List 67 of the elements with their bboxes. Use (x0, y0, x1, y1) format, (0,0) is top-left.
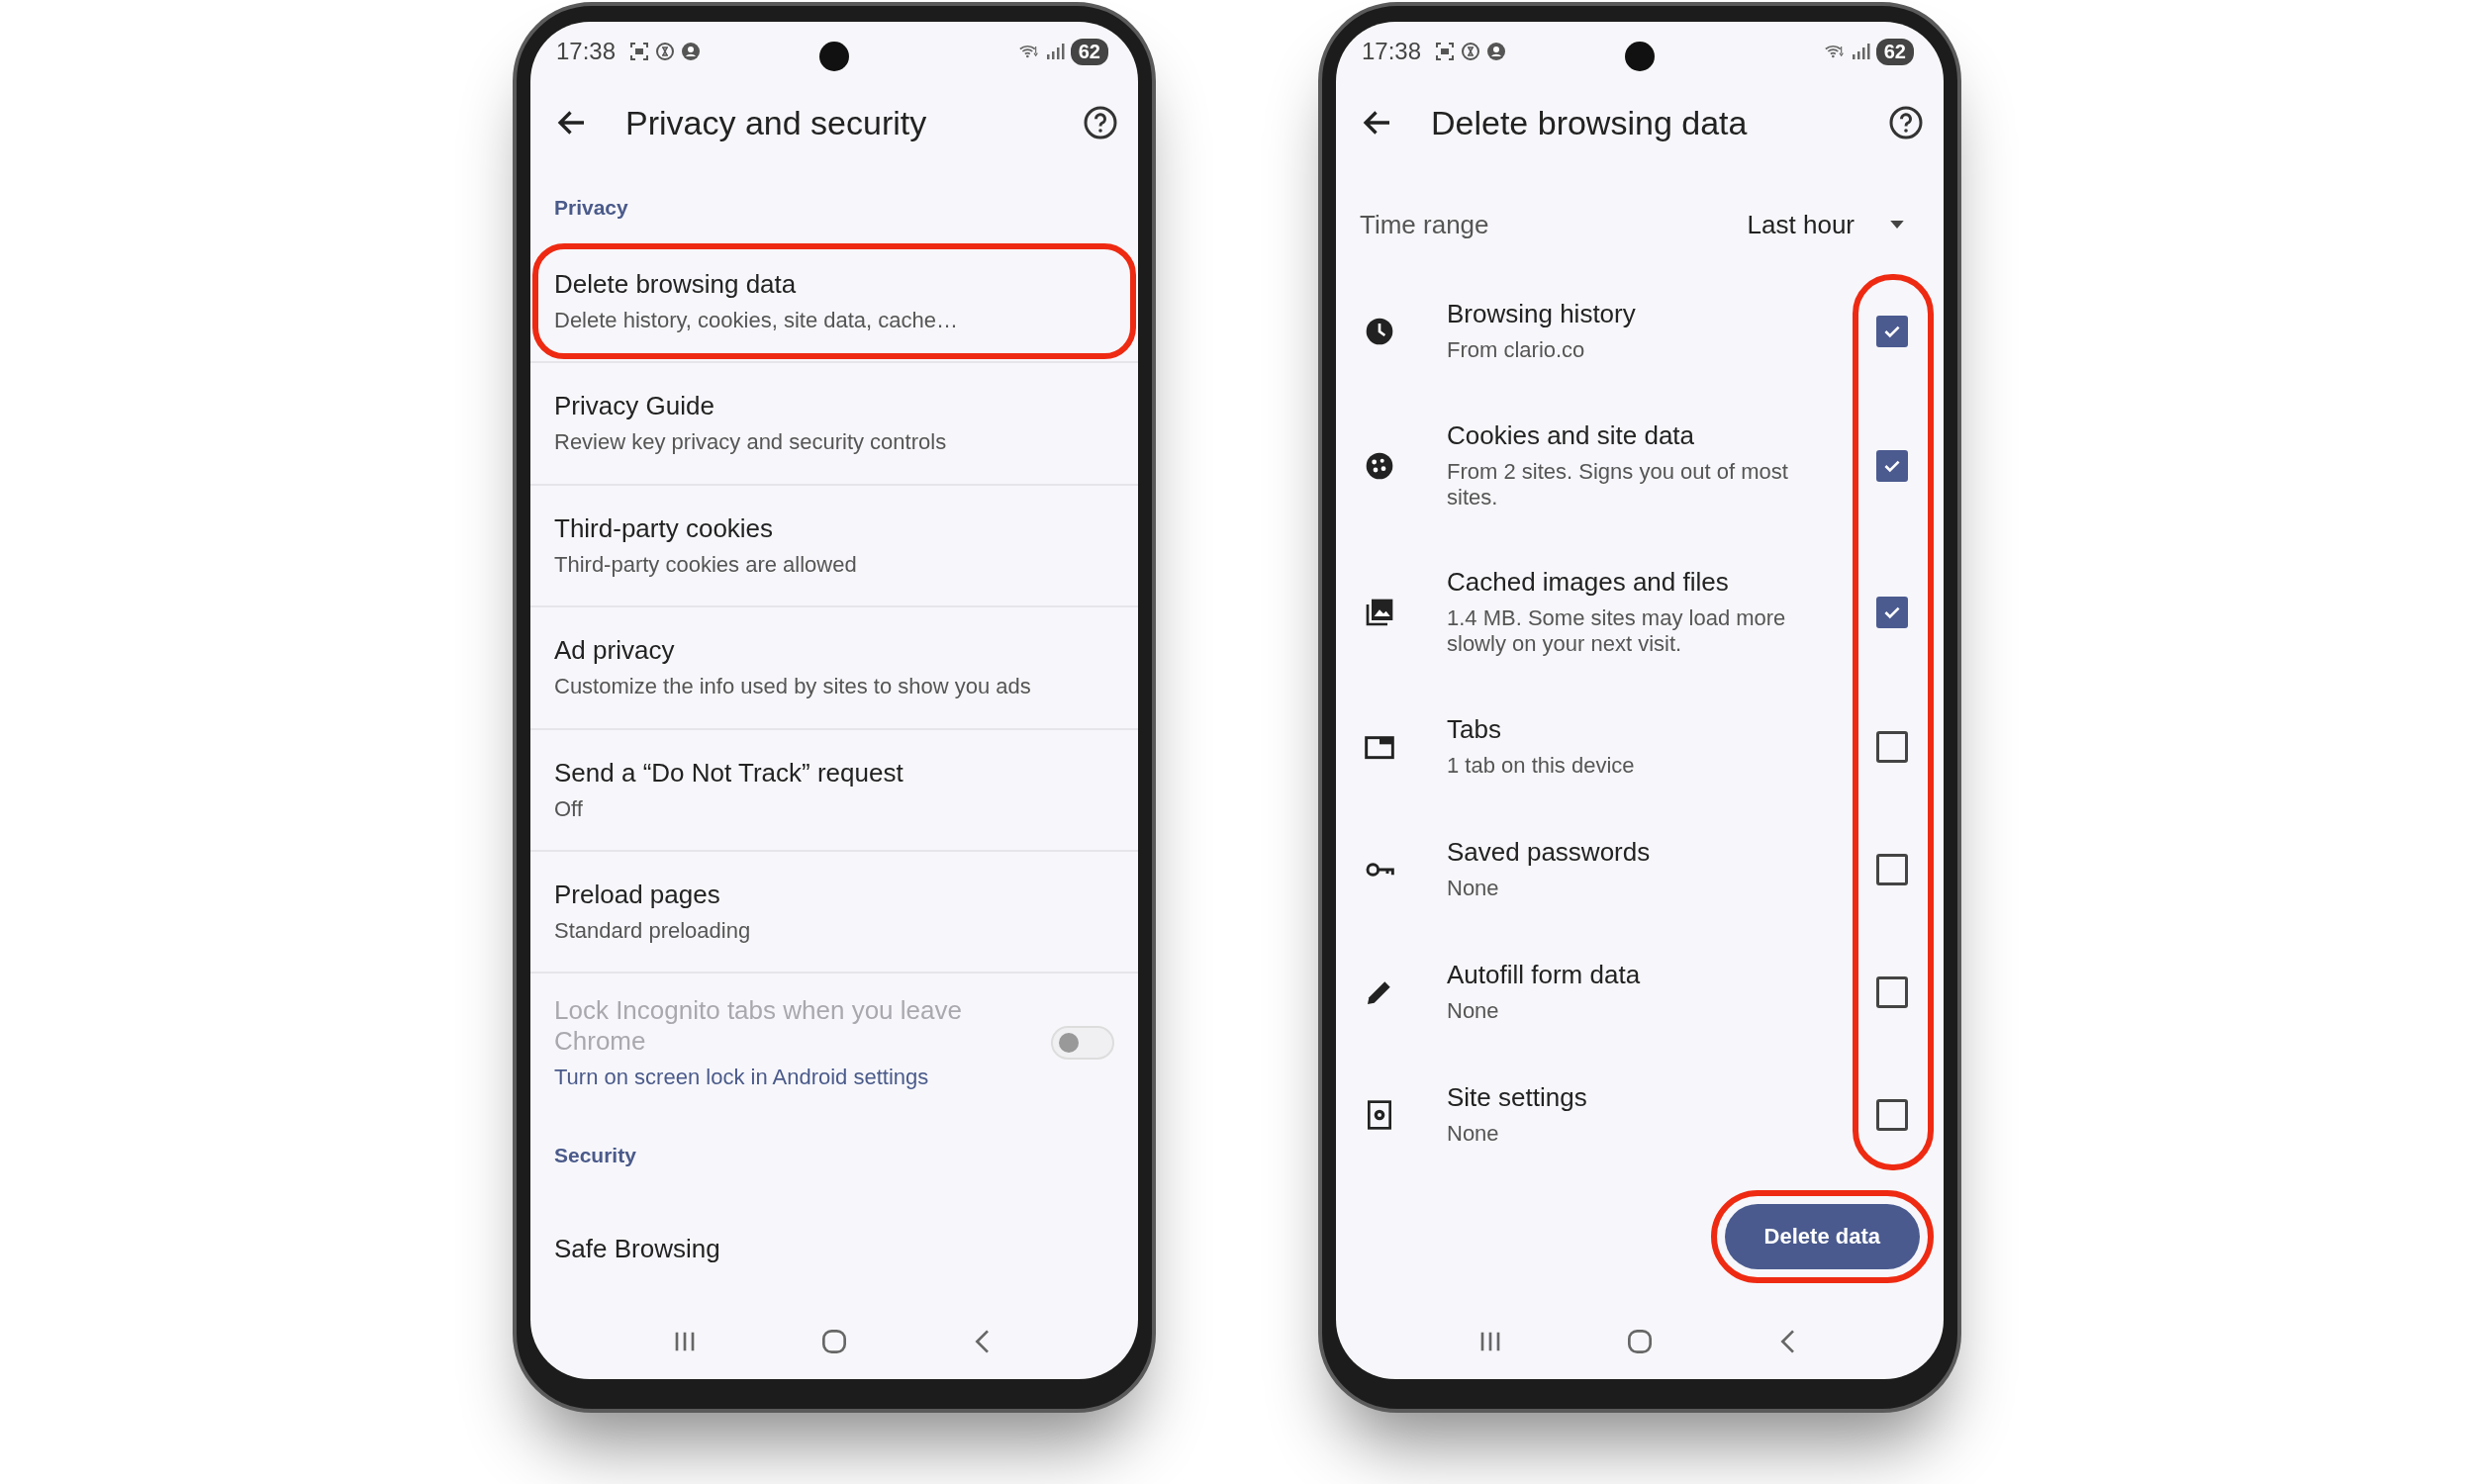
item-title: Browsing history (1447, 299, 1637, 330)
time-range-dropdown[interactable]: Last hour (1747, 210, 1904, 240)
camera-hole (819, 42, 849, 71)
item-title: Site settings (1447, 1081, 1588, 1113)
help-icon[interactable] (1888, 105, 1924, 140)
signal-icon (1044, 42, 1065, 61)
caret-icon (1890, 221, 1904, 230)
help-icon[interactable] (1083, 105, 1118, 140)
screenshot-icon (1435, 42, 1456, 61)
section-header: Privacy (553, 195, 629, 221)
camera-hole (1625, 42, 1655, 71)
item-title: Tabs (1447, 713, 1502, 745)
item-title: Ad privacy (554, 635, 676, 667)
checkbox[interactable] (1876, 596, 1908, 628)
item-subtitle: Customize the info used by sites to show you ads (554, 674, 1032, 700)
item-subtitle: Third-party cookies are allowed (554, 551, 858, 579)
item-title: Saved passwords (1447, 836, 1652, 868)
item-title: Preload pages (554, 879, 721, 910)
checkbox[interactable] (1876, 730, 1908, 763)
settings-item[interactable]: Safe Browsing (530, 1189, 1138, 1304)
item-subtitle: None (1447, 997, 1500, 1025)
data-saver-icon (655, 42, 676, 61)
battery-indicator: 62 (1875, 38, 1914, 65)
section-header: Security (553, 1143, 637, 1169)
checkbox[interactable] (1876, 1098, 1908, 1131)
page-title: Delete browsing data (1431, 103, 1749, 142)
battery-indicator: 62 (1070, 38, 1108, 65)
account-icon (1486, 42, 1507, 61)
item-title: Cached images and files (1447, 566, 1730, 598)
time-range-label: Time range (1360, 210, 1489, 240)
item-title: Send a “Do Not Track” request (554, 757, 904, 788)
item-subtitle: Review key privacy and security controls (554, 429, 948, 456)
item-subtitle: From clario.co (1447, 337, 1586, 364)
item-subtitle: None (1447, 1120, 1500, 1148)
page-title: Privacy and security (625, 103, 928, 142)
item-title: Lock Incognito tabs when you leave Chrome (554, 995, 963, 1058)
account-icon (681, 42, 702, 61)
item-subtitle: None (1447, 875, 1500, 902)
item-subtitle: From 2 sites. Signs you out of most sites. (1447, 459, 1789, 511)
settings-item[interactable]: Third-party cookies Third-party cookies are allowed (530, 483, 1138, 606)
data-saver-icon (1461, 42, 1481, 61)
settings-item[interactable]: Ad privacy Customize the info used by sites to show you ads (530, 605, 1138, 728)
checkbox[interactable] (1876, 975, 1908, 1008)
settings-item[interactable]: Privacy Guide Review key privacy and security controls (530, 361, 1138, 484)
item-title: Cookies and site data (1447, 420, 1696, 451)
settings-item[interactable]: Preload pages Standard preloading (530, 849, 1138, 973)
item-title: Delete browsing data (554, 269, 798, 300)
signal-icon (1850, 42, 1870, 61)
item-title: Autofill form data (1447, 959, 1642, 990)
item-subtitle: Off (554, 795, 584, 822)
item-subtitle: 1.4 MB. Some sites may load more slowly on your next visit. (1447, 604, 1787, 658)
screenshot-icon (629, 42, 650, 61)
checkbox[interactable] (1876, 853, 1908, 885)
settings-item[interactable]: Send a “Do Not Track” request Off (530, 727, 1138, 850)
settings-item[interactable]: Delete browsing data Delete history, cookies, site data, cache… (530, 241, 1138, 362)
clock-icon (1364, 316, 1395, 347)
item-title: Third-party cookies (554, 512, 775, 544)
item-subtitle: Delete history, cookies, site data, cache… (554, 308, 959, 334)
item-subtitle: 1 tab on this device (1447, 752, 1636, 780)
item-title: Safe Browsing (554, 1233, 721, 1264)
checkbox[interactable] (1876, 316, 1908, 347)
status-time: 17:38 (556, 38, 617, 65)
item-title: Privacy Guide (554, 391, 715, 422)
checkbox[interactable] (1876, 449, 1908, 482)
status-time: 17:38 (1362, 38, 1422, 65)
delete-data-button[interactable]: Delete data (1724, 1203, 1920, 1269)
item-subtitle: Standard preloading (554, 917, 752, 945)
